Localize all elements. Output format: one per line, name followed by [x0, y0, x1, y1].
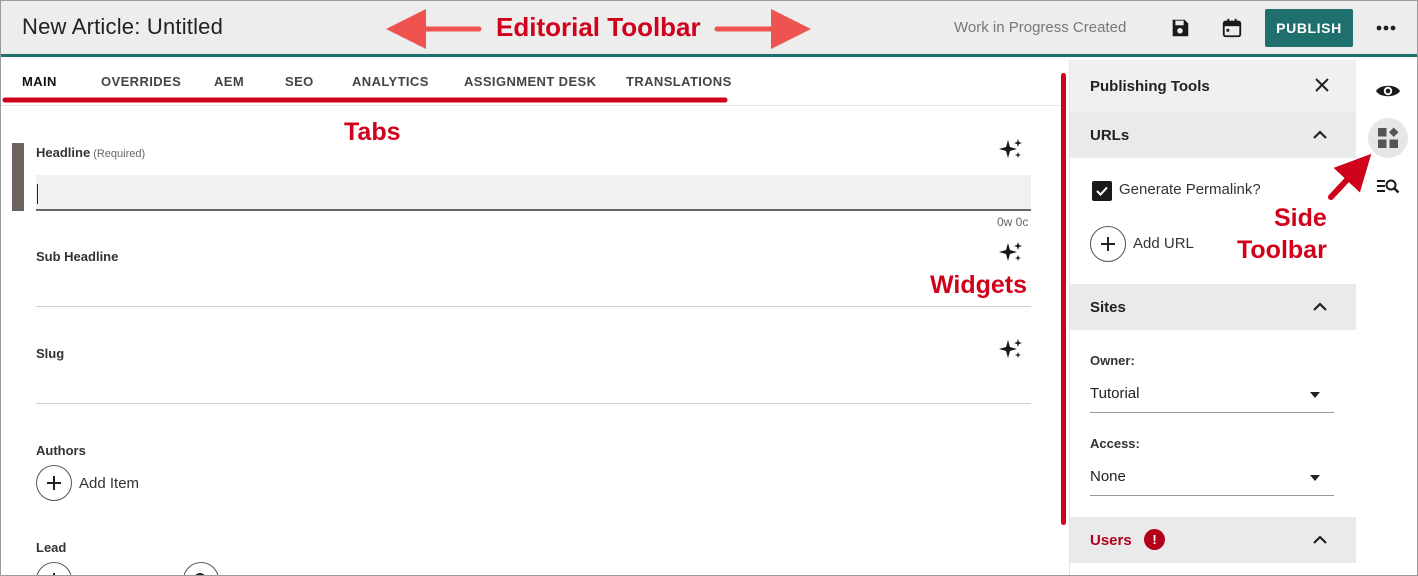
calendar-icon[interactable]	[1219, 15, 1245, 41]
search-list-icon[interactable]	[1374, 172, 1402, 200]
headline-label: Headline (Required)	[36, 145, 146, 160]
authors-label: Authors	[36, 443, 86, 458]
generate-permalink-checkbox[interactable]	[1092, 181, 1112, 201]
editorial-toolbar: New Article: Untitled Work in Progress C…	[1, 1, 1417, 57]
publish-button[interactable]: PUBLISH	[1265, 9, 1353, 47]
panel-divider-annotation	[1061, 73, 1066, 525]
urls-section-header[interactable]: URLs	[1070, 112, 1356, 158]
tab-assignment-desk[interactable]: ASSIGNMENT DESK	[464, 74, 596, 89]
side-toolbar	[1356, 60, 1417, 575]
sites-title: Sites	[1090, 299, 1126, 316]
search-lead-button[interactable]	[183, 562, 219, 575]
headline-input[interactable]	[36, 175, 1031, 211]
close-icon[interactable]	[1314, 77, 1332, 95]
panel-header: Publishing Tools	[1070, 60, 1356, 112]
slug-field[interactable]	[36, 403, 1031, 404]
widgets-area: Headline (Required) 0w 0c Sub Headline Sl…	[1, 107, 1065, 575]
slug-label: Slug	[36, 346, 65, 361]
ai-sparkle-icon[interactable]	[999, 137, 1023, 161]
article-title: New Article: Untitled	[22, 14, 224, 39]
sites-section-header[interactable]: Sites	[1070, 284, 1356, 330]
required-note: (Required)	[93, 148, 146, 160]
urls-title: URLs	[1090, 127, 1130, 144]
ai-sparkle-icon[interactable]	[999, 337, 1023, 361]
add-url-label[interactable]: Add URL	[1133, 235, 1194, 252]
tab-bar: MAIN OVERRIDES AEM SEO ANALYTICS ASSIGNM…	[1, 60, 1065, 106]
access-label: Access:	[1090, 436, 1140, 451]
owner-value: Tutorial	[1090, 385, 1140, 402]
tab-analytics[interactable]: ANALYTICS	[352, 74, 429, 89]
side-toolbar-annotation-line1: Side	[1274, 204, 1327, 232]
users-section-header[interactable]: Users !	[1070, 517, 1356, 563]
owner-label: Owner:	[1090, 353, 1135, 368]
tab-aem[interactable]: AEM	[214, 74, 244, 89]
chevron-up-icon[interactable]	[1310, 297, 1332, 319]
app-frame: New Article: Untitled Work in Progress C…	[0, 0, 1418, 576]
save-icon[interactable]	[1167, 15, 1193, 41]
chevron-up-icon[interactable]	[1310, 125, 1332, 147]
tab-seo[interactable]: SEO	[285, 74, 314, 89]
owner-select[interactable]: Tutorial	[1090, 377, 1334, 413]
ai-sparkle-icon[interactable]	[999, 240, 1023, 264]
widgets-icon[interactable]	[1374, 124, 1402, 152]
word-char-counter: 0w 0c	[997, 215, 1029, 229]
side-toolbar-annotation-line2: Toolbar	[1237, 236, 1327, 264]
error-badge-icon: !	[1144, 529, 1165, 550]
eye-icon[interactable]	[1374, 77, 1402, 105]
add-lead-button[interactable]	[36, 562, 72, 575]
access-select[interactable]: None	[1090, 460, 1334, 496]
users-title: Users	[1090, 532, 1132, 549]
panel-title: Publishing Tools	[1090, 78, 1210, 95]
sub-headline-label: Sub Headline	[36, 249, 119, 264]
tab-overrides[interactable]: OVERRIDES	[101, 74, 181, 89]
add-url-button[interactable]	[1090, 226, 1126, 262]
editorial-toolbar-annotation: Editorial Toolbar	[496, 12, 701, 42]
add-item-label[interactable]: Add Item	[79, 475, 139, 492]
status-text: Work in Progress Created	[954, 19, 1127, 36]
more-icon[interactable]	[1374, 16, 1398, 40]
dropdown-caret-icon	[1310, 392, 1320, 398]
sub-headline-field[interactable]	[36, 306, 1031, 307]
chevron-up-icon[interactable]	[1310, 530, 1332, 552]
widgets-annotation: Widgets	[930, 271, 1027, 299]
text-caret	[37, 184, 38, 204]
dropdown-caret-icon	[1310, 475, 1320, 481]
tab-main[interactable]: MAIN	[22, 74, 57, 89]
add-item-button[interactable]	[36, 465, 72, 501]
access-value: None	[1090, 468, 1126, 485]
tabs-annotation: Tabs	[344, 118, 401, 146]
focus-indicator	[12, 143, 24, 211]
lead-label: Lead	[36, 540, 67, 555]
generate-permalink-label: Generate Permalink?	[1119, 181, 1261, 198]
publishing-tools-panel: Publishing Tools URLs Generate Permalink…	[1069, 60, 1356, 575]
tab-translations[interactable]: TRANSLATIONS	[626, 74, 732, 89]
